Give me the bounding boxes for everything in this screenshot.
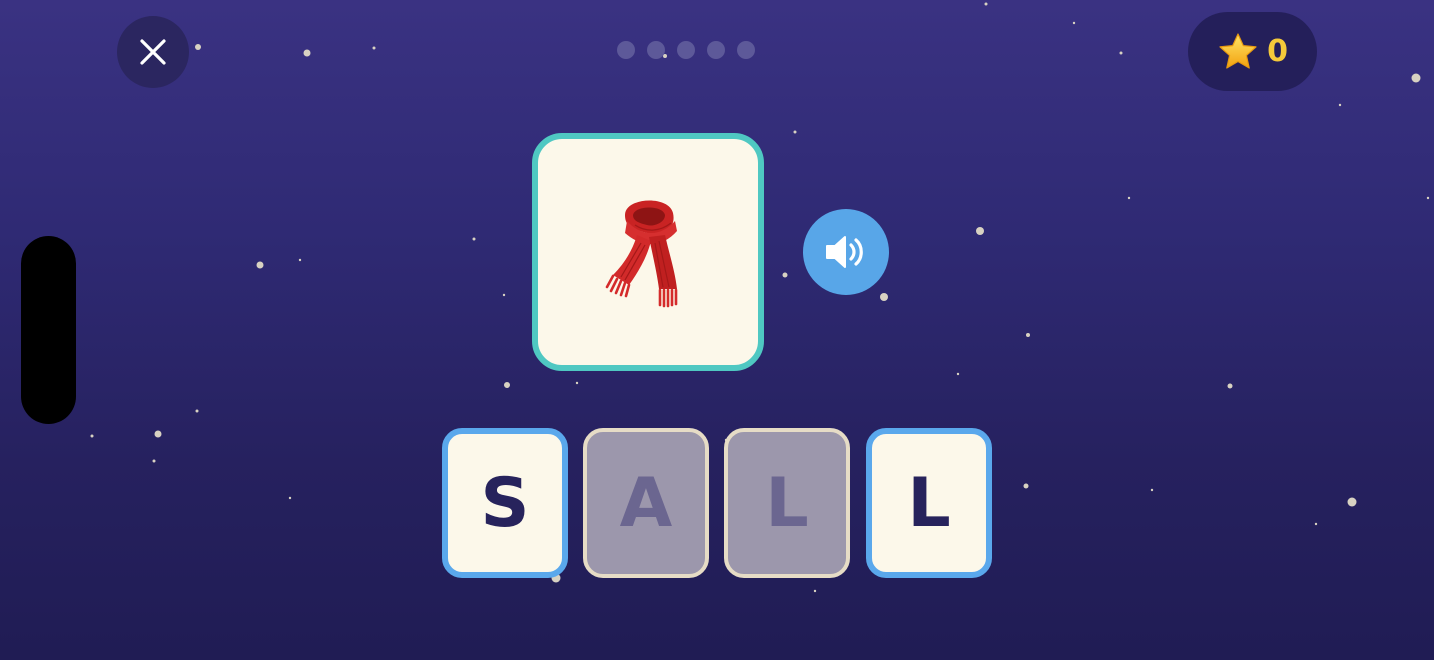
play-sound-button[interactable] <box>803 209 889 295</box>
close-button[interactable] <box>117 16 189 88</box>
close-x-icon <box>140 39 166 65</box>
speaker-icon <box>826 236 863 268</box>
letter-tile[interactable]: L <box>724 428 850 578</box>
letter-tile[interactable]: A <box>583 428 709 578</box>
progress-dot <box>737 41 755 59</box>
red-scarf-emoji <box>605 200 678 308</box>
letter-tile[interactable]: L <box>866 428 992 578</box>
letter-tile[interactable]: S <box>442 428 568 578</box>
side-edge-handle <box>21 236 76 424</box>
picture-card <box>532 133 764 371</box>
letter-tiles: S A L L <box>442 428 992 578</box>
progress-dots <box>617 41 761 63</box>
star-score: 0 <box>1188 12 1317 91</box>
progress-dot <box>707 41 725 59</box>
score-value: 0 <box>1267 34 1288 69</box>
progress-dot <box>617 41 635 59</box>
progress-dot <box>647 41 665 59</box>
star-icon <box>1219 32 1257 69</box>
progress-dot <box>677 41 695 59</box>
